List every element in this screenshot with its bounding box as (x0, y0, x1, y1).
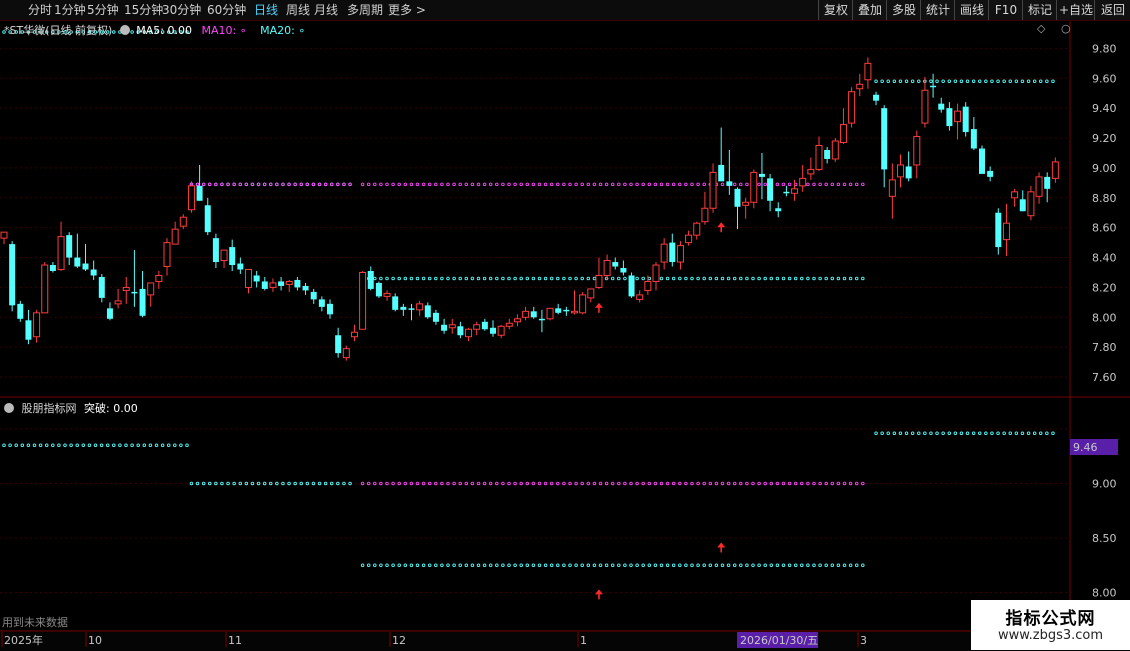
right-info-strip (1118, 21, 1130, 631)
candle (546, 307, 554, 321)
indicator-title: 股朋指标网 (21, 402, 77, 415)
price-tick-5: 8.80 (1092, 192, 1117, 205)
period-tab-0[interactable]: 分时 (28, 0, 52, 20)
ma10-dot-icon: ∘ (239, 24, 247, 37)
candle (628, 272, 635, 298)
price-tick-1: 9.60 (1092, 72, 1117, 85)
circle-icon[interactable]: ○ (1061, 22, 1071, 35)
sub-price-tick-1: 8.50 (1092, 532, 1117, 545)
cursor-date-label: 2026/01/30/五 (740, 634, 818, 647)
candle (187, 181, 195, 213)
toolbar-button-3[interactable]: 统计 (920, 0, 955, 20)
ma5-label: MA5: 0.00 (136, 24, 192, 37)
price-tick-11: 7.60 (1092, 371, 1117, 384)
price-tick-9: 8.00 (1092, 311, 1117, 324)
candle (17, 300, 24, 322)
panel-controls: ◇ ○ (1037, 22, 1071, 35)
sub-price-tick-2: 8.00 (1092, 587, 1117, 600)
watermark-title: 指标公式网 (1005, 609, 1096, 629)
sub-price-tick-0: 9.00 (1092, 477, 1117, 490)
toolbar-button-4[interactable]: 画线 (954, 0, 989, 20)
candle (831, 138, 839, 162)
price-tick-6: 8.60 (1092, 222, 1117, 235)
watermark: 指标公式网 www.zbgs3.com (971, 600, 1130, 650)
candle (359, 270, 367, 330)
ma10-label: MA10: (201, 24, 237, 37)
date-label-4: 1 (580, 634, 587, 647)
period-tab-5[interactable]: 60分钟 (207, 0, 246, 20)
date-label-1: 10 (88, 634, 102, 647)
price-tick-3: 9.20 (1092, 132, 1117, 145)
candle (9, 241, 16, 312)
price-tick-7: 8.40 (1092, 252, 1117, 265)
period-tab-3[interactable]: 15分钟 (124, 0, 163, 20)
settings-icon[interactable] (119, 25, 130, 35)
price-tick-0: 9.80 (1092, 42, 1117, 55)
period-tab-9[interactable]: 多周期 (347, 0, 383, 20)
candle (962, 102, 969, 137)
price-tick-4: 9.00 (1092, 162, 1117, 175)
price-tag-label: 9.46 (1073, 441, 1098, 454)
watermark-url: www.zbgs3.com (997, 628, 1104, 643)
settings-icon[interactable] (4, 403, 14, 413)
toolbar-button-8[interactable]: 返回 (1094, 0, 1130, 20)
indicator-value: 突破: 0.00 (84, 402, 138, 415)
toolbar-button-0[interactable]: 复权 (818, 0, 853, 20)
toolbar-button-2[interactable]: 多股 (886, 0, 921, 20)
period-tab-8[interactable]: 月线 (314, 0, 338, 20)
candle (41, 262, 49, 314)
candle (979, 145, 985, 174)
period-tab-1[interactable]: 1分钟 (54, 0, 86, 20)
main-legend: *ST华微(日线 前复权) MA5: 0.00 MA10: ∘ MA20: ∘ (4, 22, 305, 38)
price-tick-10: 7.80 (1092, 341, 1117, 354)
date-label-3: 12 (392, 634, 406, 647)
sub-legend: 股朋指标网 突破: 0.00 (4, 400, 138, 416)
date-axis: 2025年 10 11 12 1 32026/01/30/五 (0, 632, 1130, 651)
date-label-2: 11 (228, 634, 242, 647)
period-tab-10[interactable]: 更多 > (388, 0, 426, 20)
chart-area[interactable]: 9.80 9.60 9.40 9.20 9.00 8.80 8.60 8.40 8.20 8.00… (0, 21, 1130, 651)
ma20-dot-icon: ∘ (298, 24, 306, 37)
price-tick-8: 8.20 (1092, 281, 1117, 294)
period-tab-6[interactable]: 日线 (254, 0, 278, 20)
period-tab-2[interactable]: 5分钟 (87, 0, 119, 20)
period-tab-4[interactable]: 30分钟 (162, 0, 201, 20)
toolbar-button-6[interactable]: 标记 (1022, 0, 1057, 20)
diamond-icon[interactable]: ◇ (1037, 22, 1045, 35)
ma20-label: MA20: (260, 24, 295, 37)
price-tick-2: 9.40 (1092, 102, 1117, 115)
toolbar-button-7[interactable]: +自选 (1056, 0, 1095, 20)
candle (375, 281, 382, 298)
candle (579, 291, 587, 315)
candle (750, 169, 758, 209)
toolbar-button-5[interactable]: F10 (988, 0, 1023, 20)
toolbar: 分时 1分钟 5分钟 15分钟 30分钟 60分钟 日线 周线 月线 多周期 更多 > 复权 叠加 多股… (0, 0, 1130, 21)
toolbar-button-1[interactable]: 叠加 (852, 0, 887, 20)
period-tab-7[interactable]: 周线 (286, 0, 310, 20)
sub-price-tag: 9.46 (1070, 439, 1118, 455)
footer-note: 用到未来数据 (2, 616, 68, 629)
security-title: *ST华微(日线 前复权) (4, 24, 113, 37)
date-label-5: 3 (860, 634, 867, 647)
date-label-0: 2025年 (4, 633, 43, 647)
candle (848, 87, 856, 128)
